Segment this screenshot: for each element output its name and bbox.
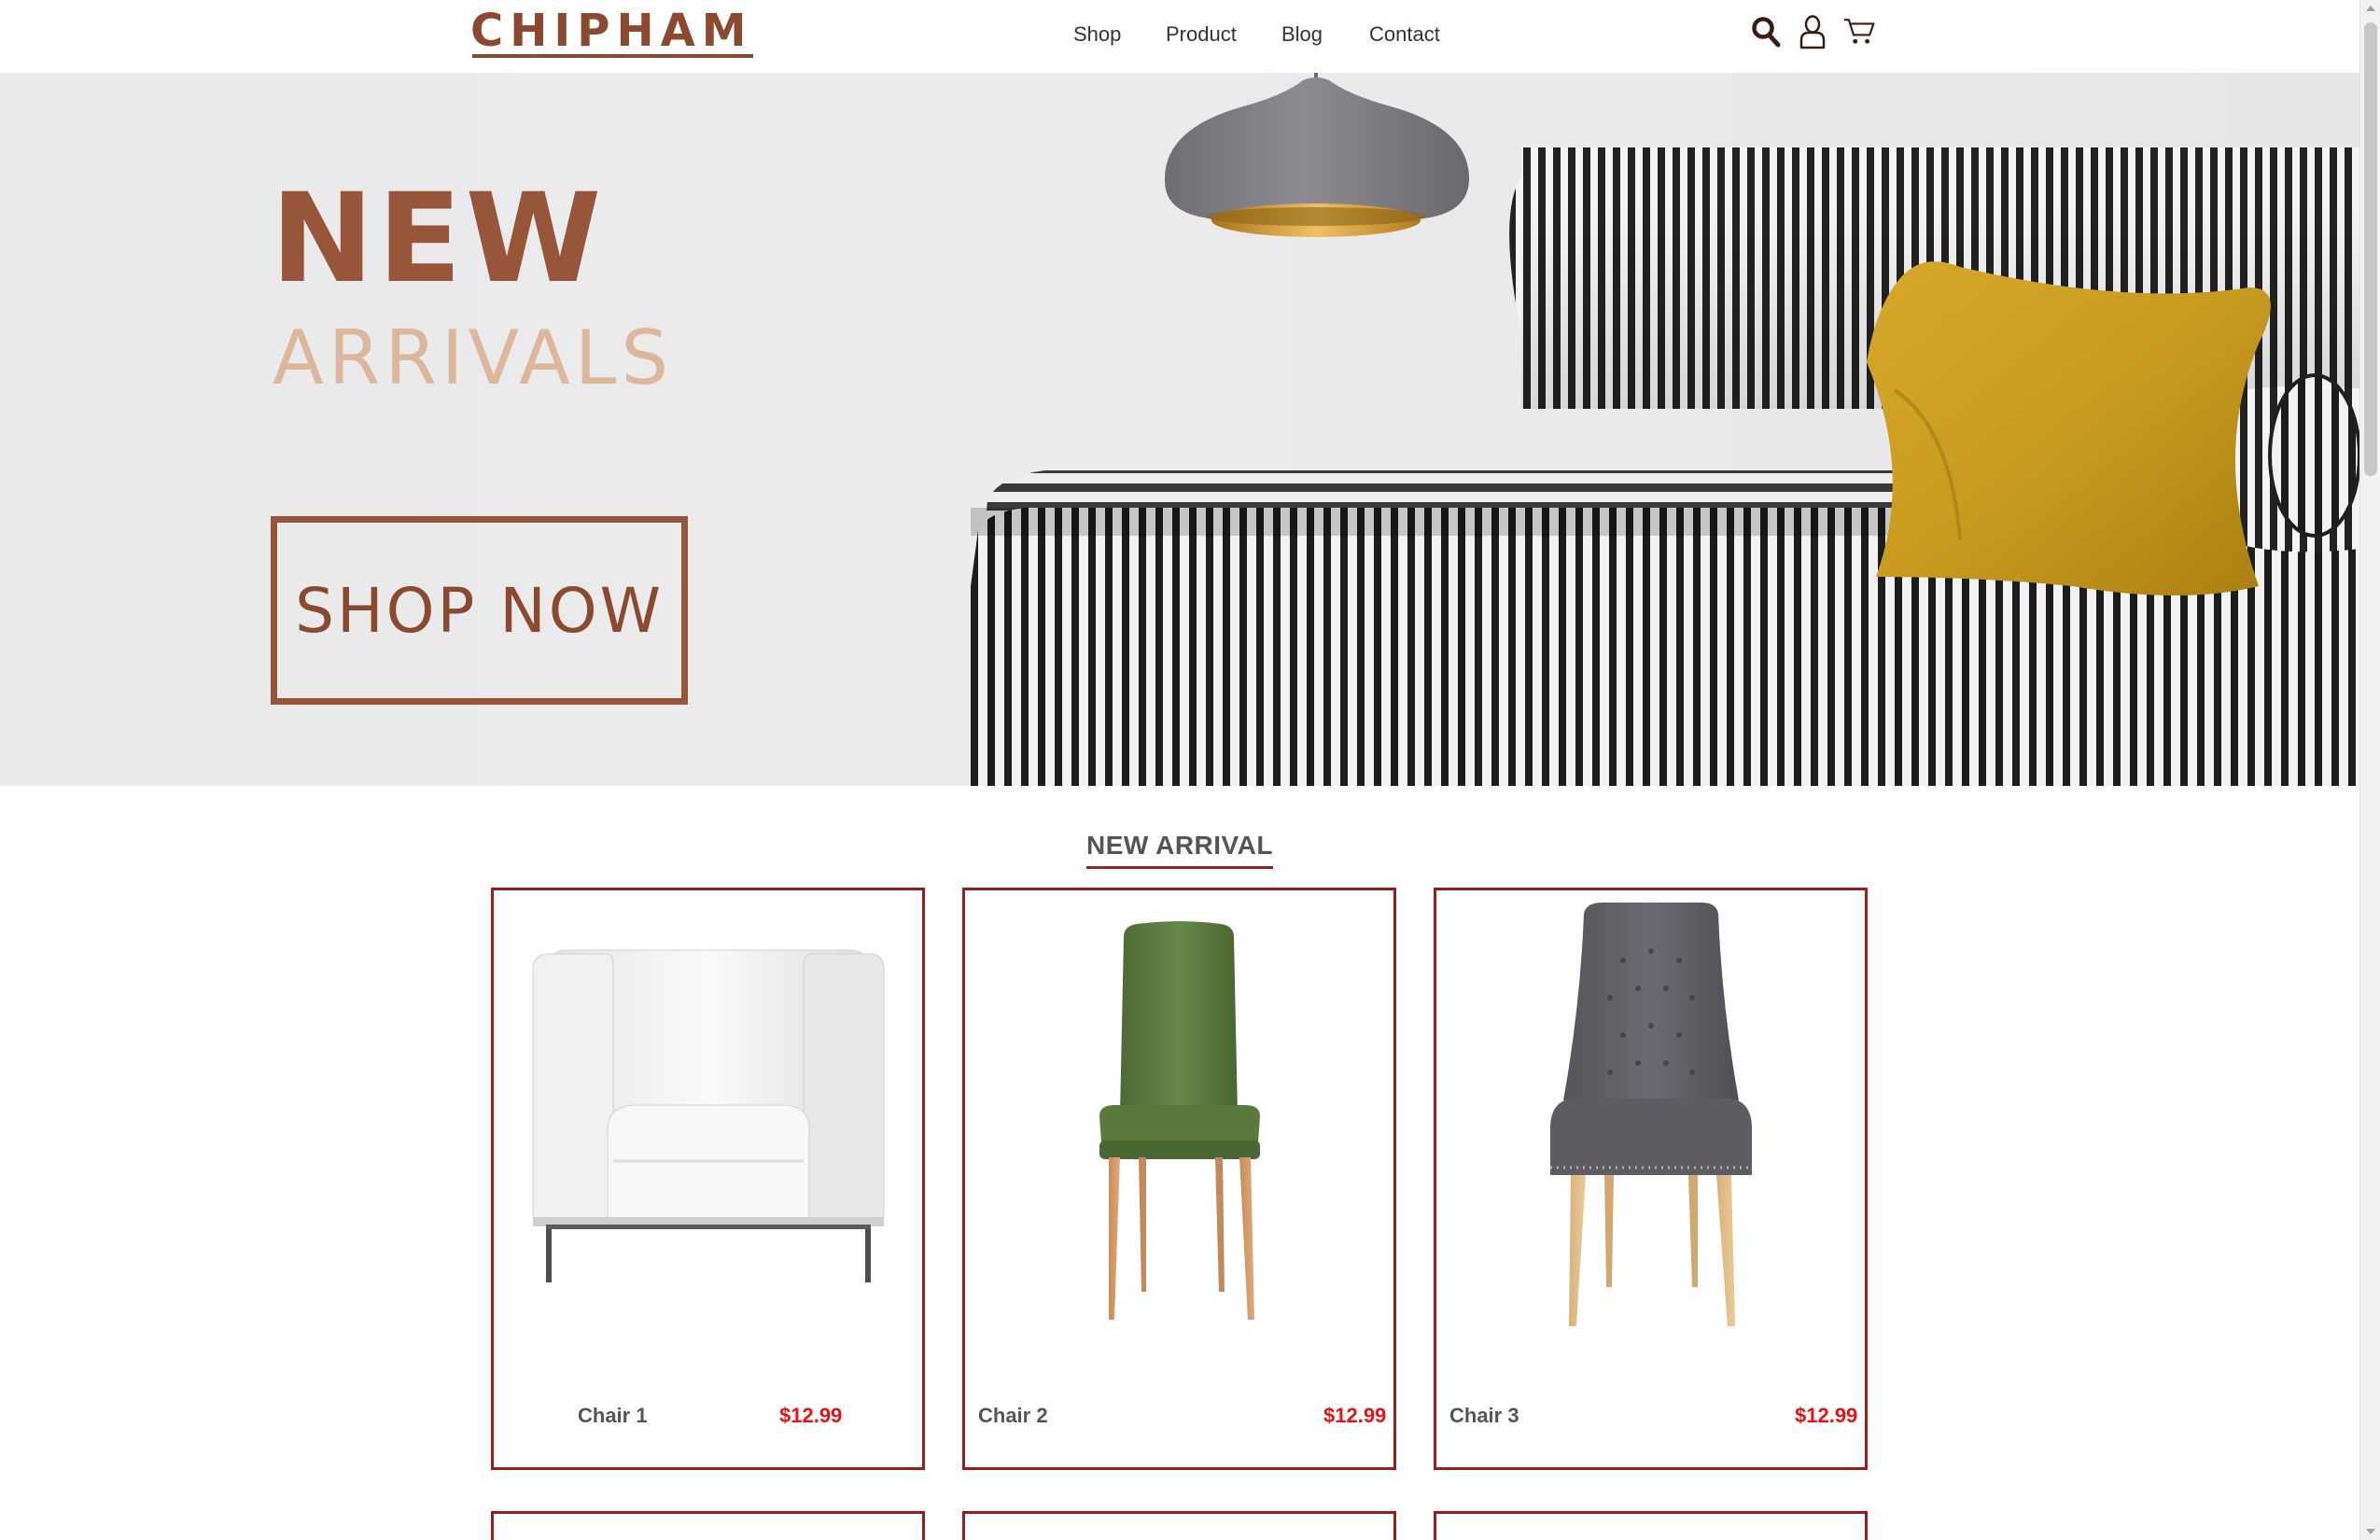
header-icons bbox=[1749, 13, 1876, 50]
product-image-grey-tufted-chair bbox=[1436, 890, 1865, 1357]
product-name: Chair 2 bbox=[978, 1404, 1048, 1427]
user-icon[interactable] bbox=[1796, 13, 1829, 50]
scrollbar-thumb[interactable] bbox=[2364, 22, 2377, 476]
logo-text: CHIPHAM bbox=[470, 5, 753, 57]
scroll-up-arrow-icon[interactable] bbox=[2366, 6, 2375, 11]
nav-item-shop[interactable]: Shop bbox=[1073, 22, 1121, 47]
striped-sofa-image bbox=[971, 147, 2359, 786]
hero-banner: NEW ARRIVALS SHOP NOW bbox=[0, 73, 2359, 786]
shop-now-label: SHOP NOW bbox=[295, 574, 664, 647]
scroll-down-arrow-icon[interactable] bbox=[2366, 1529, 2375, 1534]
product-price: $12.99 bbox=[779, 1404, 843, 1427]
section-title: NEW ARRIVAL bbox=[1086, 831, 1273, 869]
product-card[interactable] bbox=[1434, 1511, 1868, 1540]
product-image-armchair bbox=[494, 890, 922, 1357]
hero-subheadline: ARRIVALS bbox=[273, 315, 674, 401]
cart-icon[interactable] bbox=[1842, 13, 1876, 50]
logo-underline bbox=[472, 54, 753, 58]
product-card[interactable]: Chair 2 $12.99 bbox=[962, 888, 1396, 1470]
search-icon[interactable] bbox=[1749, 13, 1783, 50]
section-heading: NEW ARRIVAL bbox=[0, 831, 2359, 869]
page-scrollbar[interactable] bbox=[2359, 0, 2380, 1540]
shop-now-button[interactable]: SHOP NOW bbox=[271, 516, 688, 705]
site-header: CHIPHAM Shop Product Blog Contact bbox=[0, 0, 2359, 73]
nav-item-product[interactable]: Product bbox=[1166, 22, 1237, 47]
site-logo[interactable]: CHIPHAM bbox=[470, 4, 753, 58]
product-name: Chair 1 bbox=[578, 1404, 648, 1427]
product-card[interactable] bbox=[491, 1511, 925, 1540]
product-card[interactable]: Chair 1 $12.99 bbox=[491, 888, 925, 1470]
product-card[interactable]: Chair 3 $12.99 bbox=[1434, 888, 1868, 1470]
nav-item-blog[interactable]: Blog bbox=[1281, 22, 1323, 47]
product-price: $12.99 bbox=[1323, 1404, 1387, 1427]
product-card[interactable] bbox=[962, 1511, 1396, 1540]
nav-item-contact[interactable]: Contact bbox=[1369, 22, 1440, 47]
product-image-green-chair bbox=[965, 890, 1393, 1357]
product-price: $12.99 bbox=[1795, 1404, 1858, 1427]
hero-headline: NEW bbox=[271, 167, 606, 311]
product-name: Chair 3 bbox=[1449, 1404, 1519, 1427]
